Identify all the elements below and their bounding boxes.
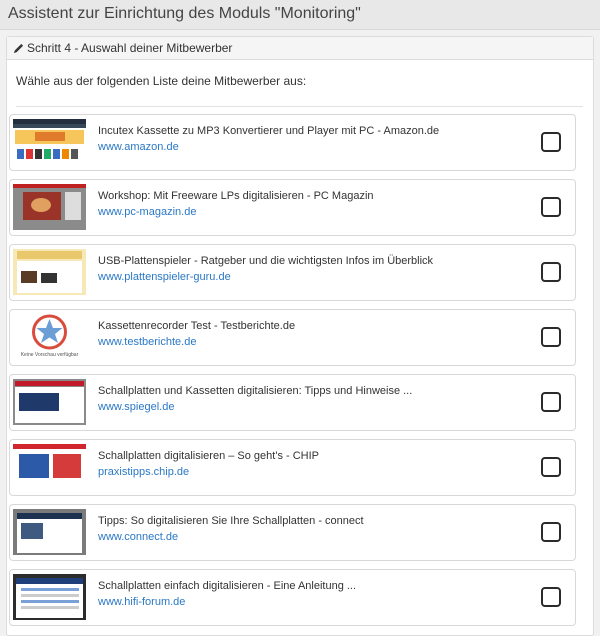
- intro-text: Wähle aus der folgenden Liste deine Mitb…: [16, 74, 307, 88]
- panel-heading: Schritt 4 - Auswahl deiner Mitbewerber: [7, 37, 593, 60]
- competitor-url[interactable]: www.pc-magazin.de: [98, 206, 196, 218]
- site-thumbnail: [13, 119, 86, 165]
- site-thumbnail: [13, 509, 86, 555]
- site-thumbnail: [13, 249, 86, 295]
- site-thumbnail: Keine Vorschau verfügbar: [13, 314, 86, 360]
- site-thumbnail: [13, 574, 86, 620]
- select-checkbox[interactable]: [541, 457, 561, 477]
- select-checkbox[interactable]: [541, 392, 561, 412]
- select-checkbox[interactable]: [541, 262, 561, 282]
- competitor-item: Keine Vorschau verfügbar Kassettenrecord…: [9, 309, 576, 366]
- competitor-item: Schallplatten digitalisieren – So geht's…: [9, 439, 576, 496]
- competitor-list: Incutex Kassette zu MP3 Konvertierer und…: [9, 114, 576, 634]
- page-title: Assistent zur Einrichtung des Moduls "Mo…: [8, 5, 361, 22]
- competitor-url[interactable]: www.spiegel.de: [98, 401, 174, 413]
- select-checkbox[interactable]: [541, 132, 561, 152]
- competitor-title: Kassettenrecorder Test - Testberichte.de: [98, 320, 296, 332]
- select-checkbox[interactable]: [541, 522, 561, 542]
- competitor-title: Schallplatten und Kassetten digitalisier…: [98, 385, 413, 397]
- site-thumbnail: [13, 184, 86, 230]
- competitor-title: Incutex Kassette zu MP3 Konvertierer und…: [98, 125, 440, 137]
- competitor-url[interactable]: www.hifi-forum.de: [98, 596, 185, 608]
- competitor-title: Workshop: Mit Freeware LPs digitalisiere…: [98, 190, 374, 202]
- select-checkbox[interactable]: [541, 327, 561, 347]
- competitor-item: Incutex Kassette zu MP3 Konvertierer und…: [9, 114, 576, 171]
- thumbnail-caption: Keine Vorschau verfügbar: [20, 352, 79, 358]
- site-thumbnail: [13, 379, 86, 425]
- select-checkbox[interactable]: [541, 587, 561, 607]
- competitor-title: Tipps: So digitalisieren Sie Ihre Schall…: [98, 515, 364, 527]
- competitor-url[interactable]: www.plattenspieler-guru.de: [98, 271, 231, 283]
- star-icon: [32, 314, 67, 350]
- competitor-item: Workshop: Mit Freeware LPs digitalisiere…: [9, 179, 576, 236]
- competitor-item: Tipps: So digitalisieren Sie Ihre Schall…: [9, 504, 576, 561]
- competitor-url[interactable]: www.connect.de: [98, 531, 178, 543]
- competitor-title: USB-Plattenspieler - Ratgeber und die wi…: [98, 255, 434, 267]
- pencil-icon: [13, 43, 24, 53]
- competitor-item: Schallplatten und Kassetten digitalisier…: [9, 374, 576, 431]
- panel-heading-label: Schritt 4 - Auswahl deiner Mitbewerber: [27, 41, 233, 55]
- select-checkbox[interactable]: [541, 197, 561, 217]
- competitor-url[interactable]: praxistipps.chip.de: [98, 466, 189, 478]
- competitor-title: Schallplatten digitalisieren – So geht's…: [98, 450, 319, 462]
- competitor-title: Schallplatten einfach digitalisieren - E…: [98, 580, 357, 592]
- site-thumbnail: [13, 444, 86, 490]
- divider: [16, 106, 583, 107]
- competitor-url[interactable]: www.amazon.de: [98, 141, 179, 153]
- competitor-item: Schallplatten einfach digitalisieren - E…: [9, 569, 576, 626]
- competitor-url[interactable]: www.testberichte.de: [98, 336, 196, 348]
- page-header: Assistent zur Einrichtung des Moduls "Mo…: [0, 0, 600, 30]
- competitor-item: USB-Plattenspieler - Ratgeber und die wi…: [9, 244, 576, 301]
